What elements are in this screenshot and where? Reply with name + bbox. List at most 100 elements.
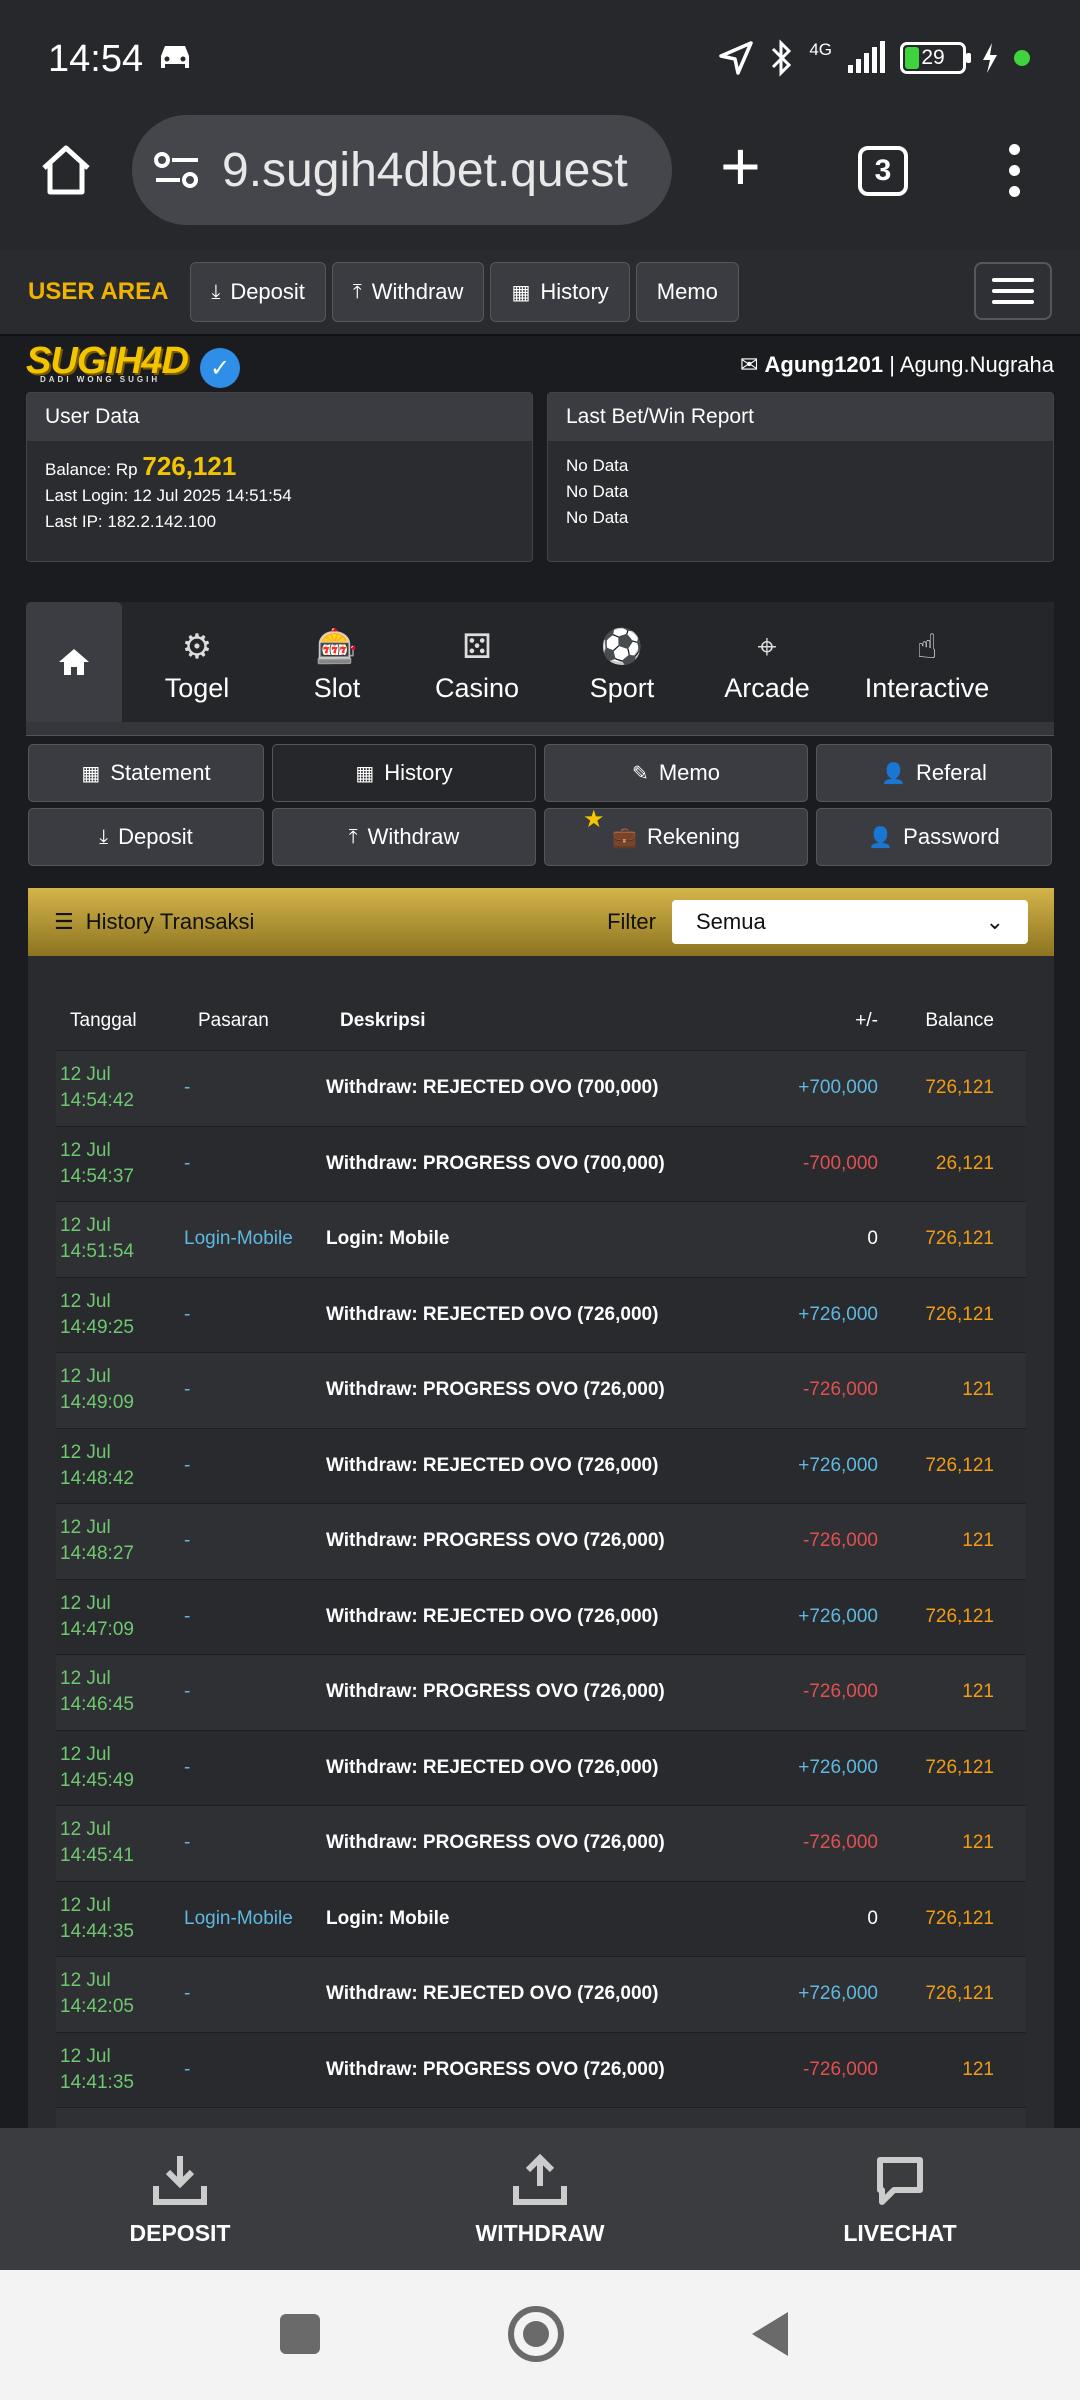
row-date: 12 Jul 14:51:54 [60,1215,134,1263]
row-description: Withdraw: PROGRESS OVO (726,000) [326,1681,665,1703]
dice-icon: ⚄ [462,628,492,666]
row-delta: -726,000 [802,1379,878,1401]
row-pasaran: - [184,1605,191,1627]
table-row: 12 Jul 14:47:09 - Withdraw: REJECTED OVO (7… [56,1578,1026,1654]
url-text[interactable]: 9.sugih4dbet.quest [222,143,628,198]
row-description: Withdraw: PROGRESS OVO (726,000) [326,1832,665,1854]
filter-select[interactable]: Semua ⌄ [672,900,1028,944]
nav-withdraw-button[interactable]: ⤒ Withdraw [331,262,485,322]
edit-icon: ✎ [632,762,649,785]
last-login: Last Login: 12 Jul 2025 14:51:54 [45,486,292,505]
nav-history-button[interactable]: ▦ History [490,262,630,322]
table-row: 12 Jul 14:49:09 - Withdraw: PROGRESS OVO (7… [56,1352,1026,1428]
statement-button[interactable]: ▦ Statement [28,744,264,802]
upload-icon [513,2153,567,2205]
info-panels: User Data Balance: Rp 726,121 Last Login… [0,392,1080,562]
calendar-icon: ▦ [355,762,375,785]
withdraw-icon: ⤒ [348,825,358,848]
tab-interactive[interactable]: ☝ Interactive [842,622,1012,722]
status-bar: 14:54 4G 29 [0,0,1080,110]
row-pasaran: - [184,1303,191,1325]
filter-label: Filter [607,909,656,934]
nav-deposit-button[interactable]: ⤓ Deposit [190,262,326,322]
row-date: 12 Jul 14:49:25 [60,1290,134,1338]
home-icon [59,649,89,675]
car-icon [161,46,189,68]
table-row: 12 Jul 14:44:35 Login-Mobile Login: Mobile 0… [56,1880,1026,1956]
row-description: Withdraw: REJECTED OVO (726,000) [326,1983,659,2005]
row-balance: 726,121 [925,1228,994,1250]
list-icon: ☰ [54,909,74,934]
deposit-action-button[interactable]: DEPOSIT [0,2128,360,2270]
home-icon[interactable] [36,140,96,200]
row-description: Login: Mobile [326,1907,450,1929]
home-nav-icon[interactable] [508,2306,564,2362]
withdraw-button[interactable]: ⤒ Withdraw [272,808,536,866]
tab-sport[interactable]: ⚽ Sport [552,622,692,722]
row-date: 12 Jul 14:45:41 [60,1819,134,1867]
row-description: Withdraw: REJECTED OVO (726,000) [326,1303,659,1325]
password-button[interactable]: 👤 Password [816,808,1052,866]
tab-casino[interactable]: ⚄ Casino [402,622,552,722]
new-tab-icon[interactable]: + [720,131,761,201]
hamburger-menu-icon[interactable] [974,262,1052,320]
row-delta: +726,000 [798,1983,878,2005]
row-description: Withdraw: REJECTED OVO (726,000) [326,1605,659,1627]
row-date: 12 Jul 14:54:42 [60,1064,134,1112]
verified-badge-icon: ✓ [200,348,240,388]
battery-icon: 29 [900,42,971,74]
row-date: 12 Jul 14:54:37 [60,1139,134,1187]
row-delta: -726,000 [802,1681,878,1703]
web-page: USER AREA ⤓ Deposit ⤒ Withdraw ▦ History Me… [0,250,1080,2130]
row-balance: 26,121 [935,1152,994,1174]
memo-button[interactable]: ✎ Memo [544,744,808,802]
download-icon [153,2155,207,2205]
row-date: 12 Jul 14:41:35 [60,2045,134,2093]
livechat-action-button[interactable]: LIVECHAT [720,2128,1080,2270]
last-ip: Last IP: 182.2.142.100 [45,512,217,531]
row-date: 12 Jul 14:47:09 [60,1592,134,1640]
account-menu: ▦ Statement ▦ History ✎ Memo 👤 Referal ⤓ Depo… [0,736,1080,866]
row-delta: +726,000 [798,1605,878,1627]
browser-menu-icon[interactable] [1004,144,1024,200]
network-type: 4G [809,40,832,59]
table-row: 12 Jul 14:42:05 - Withdraw: REJECTED OVO (7… [56,1956,1026,2032]
recent-apps-icon[interactable] [280,2314,320,2354]
table-row: 12 Jul 14:49:25 - Withdraw: REJECTED OVO (7… [56,1276,1026,1352]
site-settings-icon[interactable] [152,150,202,190]
history-button[interactable]: ▦ History [272,744,536,802]
row-description: Withdraw: REJECTED OVO (726,000) [326,1454,659,1476]
tab-home[interactable] [26,602,122,722]
referal-button[interactable]: 👤 Referal [816,744,1052,802]
table-row: 12 Jul 14:54:37 - Withdraw: PROGRESS OVO (7… [56,1125,1026,1201]
row-date: 12 Jul 14:42:05 [60,1970,134,2018]
row-balance: 121 [962,1379,994,1401]
row-delta: -726,000 [802,2058,878,2080]
site-logo[interactable]: SUGIH4D DADI WONG SUGIH [26,340,189,384]
deposit-icon: ⤓ [211,280,221,303]
tab-arcade[interactable]: ⌖ Arcade [692,622,842,722]
tab-slot[interactable]: 🎰 Slot [272,622,402,722]
history-section: ☰ History Transaksi Filter Semua ⌄ Tangga… [28,888,1054,2130]
table-row: 12 Jul 14:45:41 - Withdraw: PROGRESS OVO (7… [56,1805,1026,1881]
deposit-button[interactable]: ⤓ Deposit [28,808,264,866]
row-delta: -726,000 [802,1530,878,1552]
back-icon[interactable] [752,2312,788,2356]
tab-switcher-button[interactable]: 3 [858,146,908,196]
rekening-button[interactable]: ★ 💼 Rekening [544,806,808,866]
top-nav: USER AREA ⤓ Deposit ⤒ Withdraw ▦ History Me… [0,250,1080,336]
user-data-panel: User Data Balance: Rp 726,121 Last Login… [26,392,533,562]
nav-memo-button[interactable]: Memo [635,262,739,322]
panel-title: Last Bet/Win Report [548,393,1053,441]
row-balance: 726,121 [925,1303,994,1325]
calendar-icon: ▦ [81,762,101,785]
no-data-row: No Data [566,508,629,527]
game-tabs: ⚙ Togel 🎰 Slot ⚄ Casino ⚽ Sport ⌖ Arcade ☝ Int… [26,602,1054,722]
row-pasaran: - [184,2058,191,2080]
row-balance: 726,121 [925,1907,994,1929]
withdraw-action-button[interactable]: WITHDRAW [360,2128,720,2270]
user-area-label: USER AREA [28,278,169,305]
row-balance: 726,121 [925,1454,994,1476]
url-bar[interactable]: 9.sugih4dbet.quest [132,115,672,225]
tab-togel[interactable]: ⚙ Togel [122,622,272,722]
